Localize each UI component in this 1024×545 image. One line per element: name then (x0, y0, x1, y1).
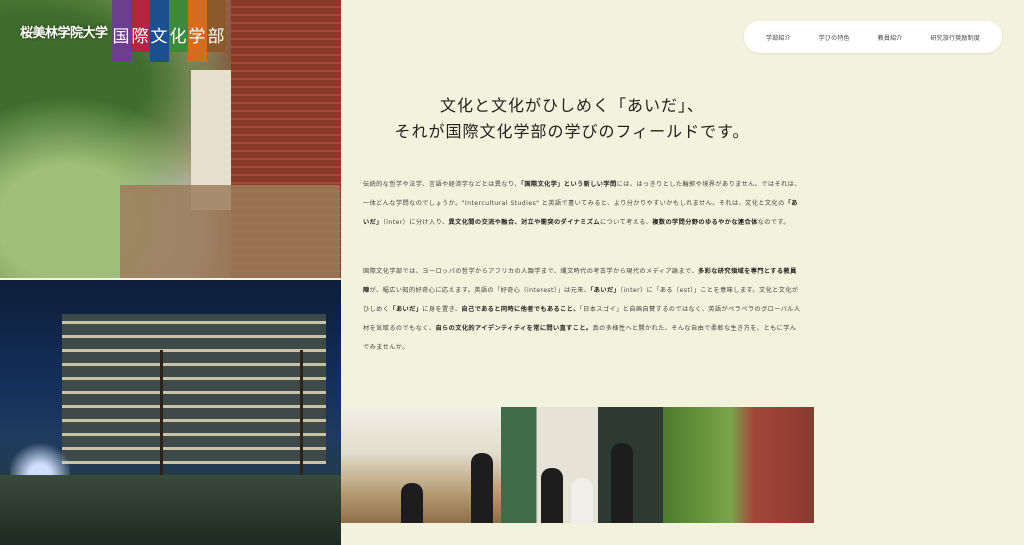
text: に身を置き、 (422, 306, 462, 313)
logo-char: 国 (111, 0, 131, 62)
intro-paragraph-2: 国際文化学部では、ヨーロッパの哲学からアフリカの人類学まで、縄文時代の考古学から… (363, 262, 801, 357)
page-title: 文化と文化がひしめく「あいだ」、 それが国際文化学部の学びのフィールドです。 (341, 93, 803, 145)
text: が、幅広い知的好奇心に応えます。英語の「好奇心（interest）」は元来、 (369, 287, 591, 294)
logo-char: 学 (187, 0, 207, 62)
logo-department-name: 国 際 文 化 学 部 (111, 0, 226, 62)
photo-terrace-seating (120, 185, 340, 278)
logo-char: 際 (130, 0, 150, 52)
library-photo (341, 407, 501, 523)
campus-trees-photo (663, 407, 814, 523)
emphasis: 「あいだ」 (590, 287, 621, 294)
nav-item-features[interactable]: 学びの特色 (819, 33, 850, 42)
nav-item-department-intro[interactable]: 学部紹介 (766, 33, 791, 42)
title-line-1: 文化と文化がひしめく「あいだ」、 (439, 96, 704, 115)
logo-school-name: 桜美林学院大学 (20, 26, 108, 41)
photo-street (0, 475, 341, 545)
text: なのです。 (757, 219, 790, 226)
photo-figure (401, 483, 423, 523)
nav-item-faculty[interactable]: 教員紹介 (878, 33, 903, 42)
emphasis: 「あいだ」 (389, 306, 423, 313)
text: 伝統的な哲学や法学、言語や経済学などとは異なり、 (363, 181, 521, 188)
text: （inter）に分け入り、 (382, 219, 449, 226)
campus-night-building-photo (0, 280, 341, 545)
logo-char: 化 (168, 0, 188, 52)
logo-char: 文 (149, 0, 169, 62)
photo-figure (611, 443, 633, 523)
photo-figure (541, 468, 563, 523)
department-logo[interactable]: 桜美林学院大学 国 際 文 化 学 部 (20, 0, 226, 68)
emphasis: 自らの文化的アイデンティティを常に問い直すこと。 (435, 325, 593, 332)
text: 国際文化学部では、ヨーロッパの哲学からアフリカの人類学まで、縄文時代の考古学から… (363, 268, 699, 275)
title-line-2: それが国際文化学部の学びのフィールドです。 (394, 122, 750, 141)
page: 桜美林学院大学 国 際 文 化 学 部 学部紹介 学びの特色 教員紹介 研究旅行… (0, 0, 1024, 545)
photo-figure (571, 478, 593, 523)
emphasis: 自己であると同時に他者でもあること、 (461, 306, 580, 313)
text: について考える、 (599, 219, 653, 226)
intro-paragraph-1: 伝統的な哲学や法学、言語や経済学などとは異なり、「国際文化学」という新しい学問に… (363, 175, 801, 232)
emphasis: 複数の学問分野のゆるやかな連合体 (652, 219, 758, 226)
photo-figure (471, 453, 493, 523)
classroom-photo (501, 407, 663, 523)
nav-item-research-grant[interactable]: 研究旅行奨励制度 (930, 33, 980, 42)
main-nav: 学部紹介 学びの特色 教員紹介 研究旅行奨励制度 (744, 21, 1002, 53)
photo-night-building (62, 314, 326, 464)
emphasis: 「国際文化学」という新しい学問 (520, 181, 617, 188)
logo-char: 部 (206, 0, 226, 52)
emphasis: 異文化間の交流や融合、対立や衝突のダイナミズム (448, 219, 600, 226)
